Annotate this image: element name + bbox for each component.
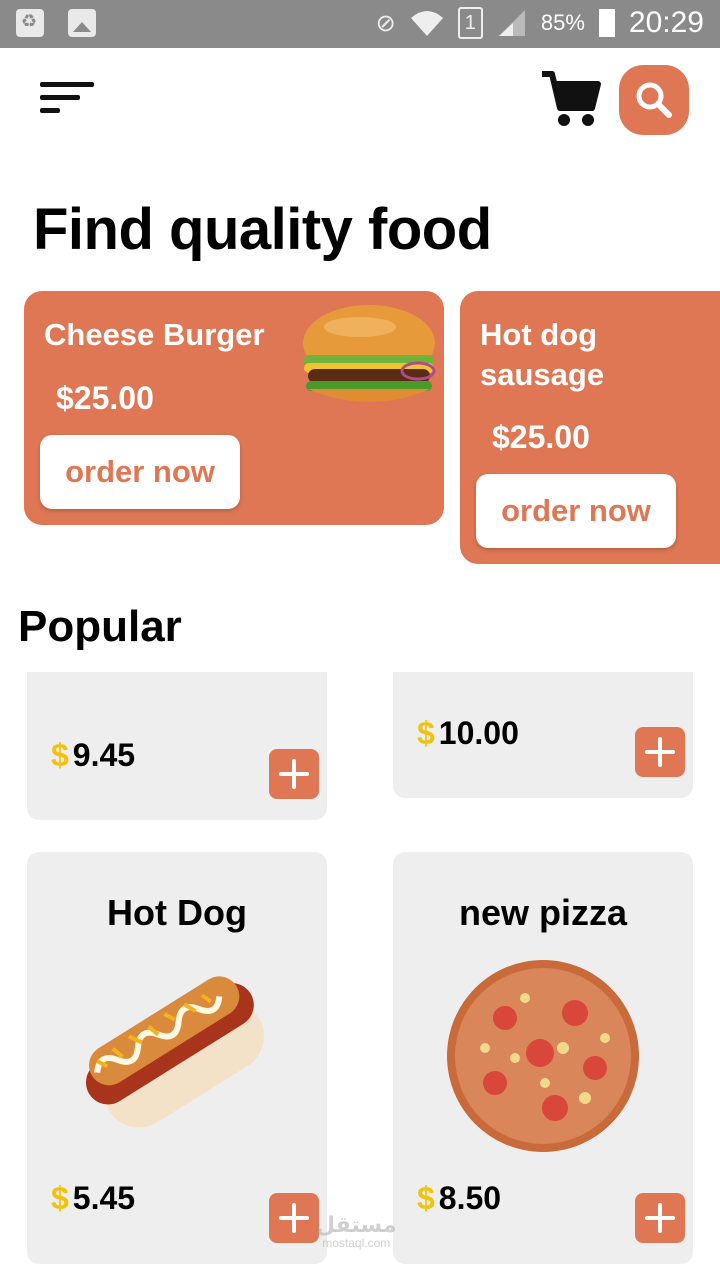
currency-symbol: $ <box>51 737 69 773</box>
battery-icon <box>598 9 615 37</box>
promo-card-cheese-burger[interactable]: Cheese Burger $25.00 order now <box>24 291 444 525</box>
product-price: $ 9.45 <box>51 737 135 774</box>
sim-slot-icon: 1 <box>457 7 483 39</box>
watermark: مستقل mostaql.com <box>316 1212 396 1250</box>
price-value: 8.50 <box>438 1180 502 1216</box>
product-card-hot-dog[interactable]: Hot Dog $ 5.45 <box>27 852 327 1264</box>
add-to-cart-button[interactable] <box>635 1193 685 1243</box>
clock: 20:29 <box>628 6 704 39</box>
product-card[interactable]: $ 10.00 <box>393 672 693 798</box>
watermark-subtext: mostaql.com <box>322 1236 391 1250</box>
product-price: $ 5.45 <box>51 1180 135 1217</box>
price-value: 9.45 <box>72 737 136 773</box>
popular-section-title: Popular <box>18 602 182 651</box>
menu-icon-line <box>40 108 60 113</box>
pizza-image <box>447 960 639 1152</box>
battery-percent: 85% <box>540 10 585 35</box>
pizza-image <box>101 672 251 686</box>
add-to-cart-button[interactable] <box>635 727 685 777</box>
promo-price: $25.00 <box>492 419 590 455</box>
add-to-cart-button[interactable] <box>269 749 319 799</box>
signal-icon <box>498 10 525 36</box>
add-to-cart-button[interactable] <box>269 1193 319 1243</box>
currency-symbol: $ <box>51 1180 69 1216</box>
cart-button[interactable] <box>540 68 602 130</box>
promo-name: Cheese Burger <box>44 317 265 352</box>
wifi-icon <box>410 11 443 36</box>
product-price: $ 8.50 <box>417 1180 501 1217</box>
hot-dog-image <box>85 976 264 1128</box>
currency-symbol: $ <box>417 1180 435 1216</box>
promo-card-hot-dog-sausage[interactable]: Hot dog sausage $25.00 order now <box>460 291 720 564</box>
menu-icon <box>40 82 94 87</box>
promo-name: Hot dog sausage <box>480 317 605 392</box>
price-value: 5.45 <box>72 1180 136 1216</box>
price-value: 10.00 <box>438 715 519 751</box>
burger-image <box>303 305 436 402</box>
menu-icon-line <box>40 95 80 100</box>
product-card[interactable]: $ 9.45 <box>27 672 327 820</box>
watermark-text: مستقل <box>316 1212 397 1237</box>
product-card-new-pizza[interactable]: new pizza $ 8.50 <box>393 852 693 1264</box>
product-price: $ 10.00 <box>417 715 519 752</box>
gallery-notification-icon <box>68 9 96 37</box>
popular-grid[interactable]: $ 9.45 $ 10.00 Hot Dog $ 5.45 new pizza … <box>0 672 720 1280</box>
vibrate-mute-icon: ⊘ <box>375 9 396 37</box>
promo-price: $25.00 <box>56 380 154 416</box>
menu-button[interactable] <box>40 82 96 118</box>
status-bar: ⊘ 1 85% 20:29 <box>0 0 720 48</box>
product-name: new pizza <box>458 892 628 933</box>
product-name: Hot Dog <box>107 892 247 933</box>
currency-symbol: $ <box>417 715 435 751</box>
page-title: Find quality food <box>33 197 492 262</box>
pizza-image <box>483 672 593 686</box>
recycle-notification-icon <box>16 9 44 37</box>
cart-icon <box>542 71 601 126</box>
order-now-button[interactable]: order now <box>40 435 240 509</box>
order-now-button[interactable]: order now <box>476 474 676 548</box>
search-button[interactable] <box>619 65 689 135</box>
search-icon <box>636 82 672 118</box>
